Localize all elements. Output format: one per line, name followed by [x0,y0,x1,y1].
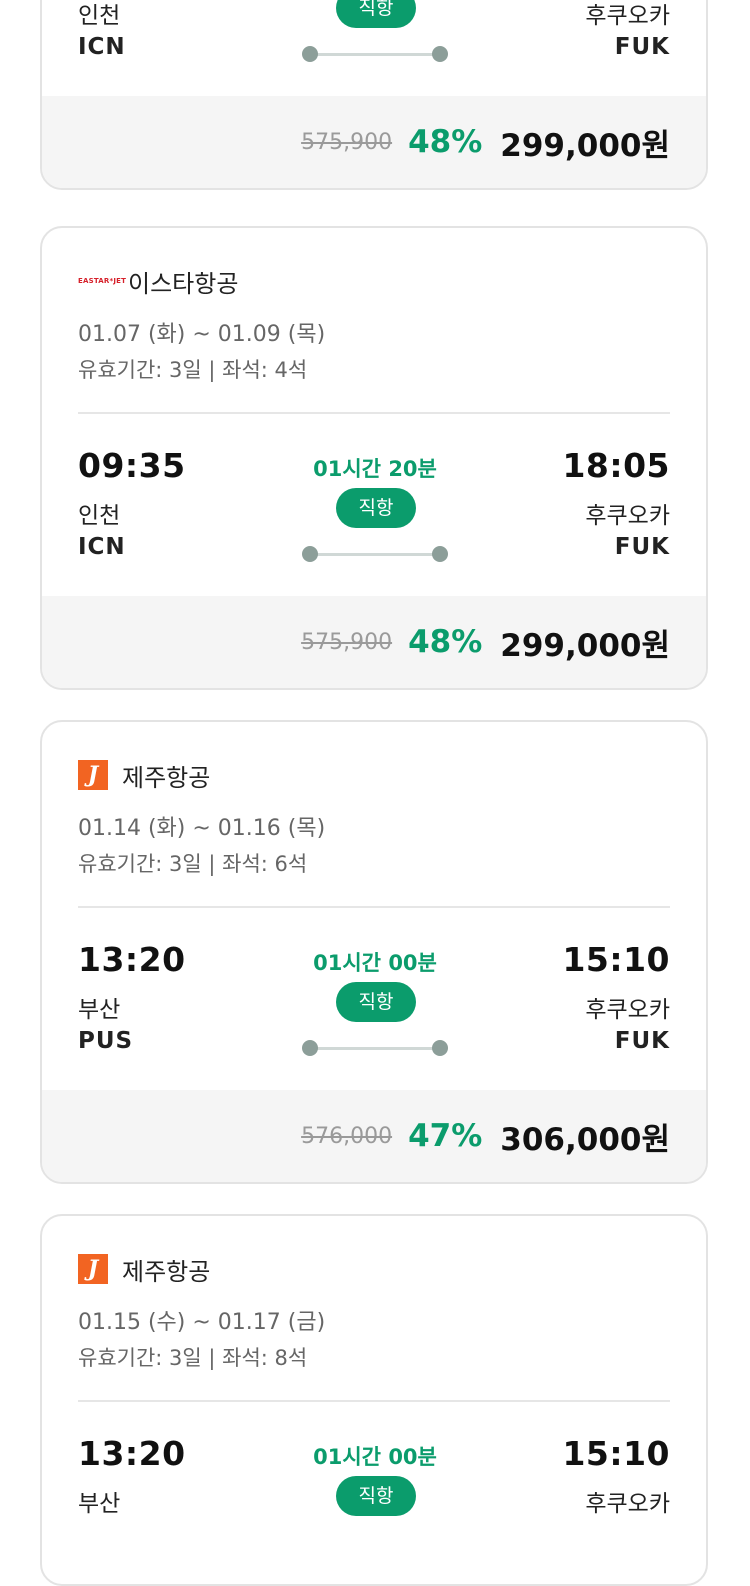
final-price: 299,000원 [500,627,670,664]
departure-city: 부산 [78,1491,121,1517]
price-bar: 575,900 48% 299,000원 [42,96,706,188]
travel-dates: 01.14 (화) ~ 01.16 (목) [78,816,326,841]
airline-row: EASTAR*JET 이스타항공 [78,266,239,298]
final-price: 306,000원 [500,1121,670,1158]
departure-city: 인천 [78,503,121,529]
flight-card[interactable]: 인천 ICN 직항 후쿠오카 FUK 575,900 48% 299,000원 [40,0,708,190]
direct-flight-badge: 직항 [336,1476,416,1516]
arrival-dot-icon [432,546,448,562]
arrival-code: FUK [614,1028,670,1054]
arrival-city: 후쿠오카 [585,503,670,529]
airline-row: J 제주항공 [78,760,211,792]
eastar-jet-logo: EASTAR*JET [78,277,127,285]
departure-city: 인천 [78,3,121,29]
arrival-city: 후쿠오카 [585,997,670,1023]
divider [78,1400,670,1402]
flight-card[interactable]: EASTAR*JET 이스타항공 01.07 (화) ~ 01.09 (목) 유… [40,226,708,690]
divider [78,412,670,414]
jeju-air-logo: J [78,760,108,790]
original-price: 575,900 [301,629,393,655]
original-price: 576,000 [301,1123,393,1149]
departure-dot-icon [302,46,318,62]
airline-name: 이스타항공 [128,269,239,298]
airline-row: J 제주항공 [78,1254,211,1286]
flight-info: J 제주항공 01.15 (수) ~ 01.17 (금) 유효기간: 3일 | … [42,1216,706,1584]
price-bar: 575,900 48% 299,000원 [42,596,706,688]
travel-dates: 01.15 (수) ~ 01.17 (금) [78,1310,326,1335]
direct-flight-badge: 직항 [336,488,416,528]
validity-seats: 유효기간: 3일 | 좌석: 4석 [78,358,308,382]
divider [78,906,670,908]
arrival-city: 후쿠오카 [585,1491,670,1517]
departure-code: ICN [78,534,126,560]
direct-flight-badge: 직항 [336,982,416,1022]
original-price: 575,900 [301,129,393,155]
validity-seats: 유효기간: 3일 | 좌석: 8석 [78,1346,308,1370]
discount-rate: 48% [408,124,483,160]
arrival-time: 18:05 [562,446,670,485]
arrival-code: FUK [614,34,670,60]
flight-info: J 제주항공 01.14 (화) ~ 01.16 (목) 유효기간: 3일 | … [42,722,706,1090]
flight-card[interactable]: J 제주항공 01.15 (수) ~ 01.17 (금) 유효기간: 3일 | … [40,1214,708,1586]
departure-dot-icon [302,546,318,562]
route-line-icon [302,546,448,562]
flight-card[interactable]: J 제주항공 01.14 (화) ~ 01.16 (목) 유효기간: 3일 | … [40,720,708,1184]
validity-seats: 유효기간: 3일 | 좌석: 6석 [78,852,308,876]
route-line-icon [302,46,448,62]
route-line-icon [302,1040,448,1056]
arrival-code: FUK [614,534,670,560]
arrival-city: 후쿠오카 [585,3,670,29]
final-price: 299,000원 [500,127,670,164]
flight-info: EASTAR*JET 이스타항공 01.07 (화) ~ 01.09 (목) 유… [42,228,706,596]
discount-rate: 47% [408,1118,483,1154]
direct-flight-badge: 직항 [336,0,416,28]
departure-code: ICN [78,34,126,60]
departure-dot-icon [302,1040,318,1056]
departure-code: PUS [78,1028,134,1054]
arrival-time: 15:10 [562,1434,670,1473]
arrival-dot-icon [432,46,448,62]
travel-dates: 01.07 (화) ~ 01.09 (목) [78,322,326,347]
arrival-dot-icon [432,1040,448,1056]
jeju-air-logo: J [78,1254,108,1284]
price-bar: 576,000 47% 306,000원 [42,1090,706,1182]
airline-name: 제주항공 [122,1257,211,1286]
airline-name: 제주항공 [122,763,211,792]
departure-city: 부산 [78,997,121,1023]
discount-rate: 48% [408,624,483,660]
flight-info: 인천 ICN 직항 후쿠오카 FUK [42,0,706,96]
arrival-time: 15:10 [562,940,670,979]
